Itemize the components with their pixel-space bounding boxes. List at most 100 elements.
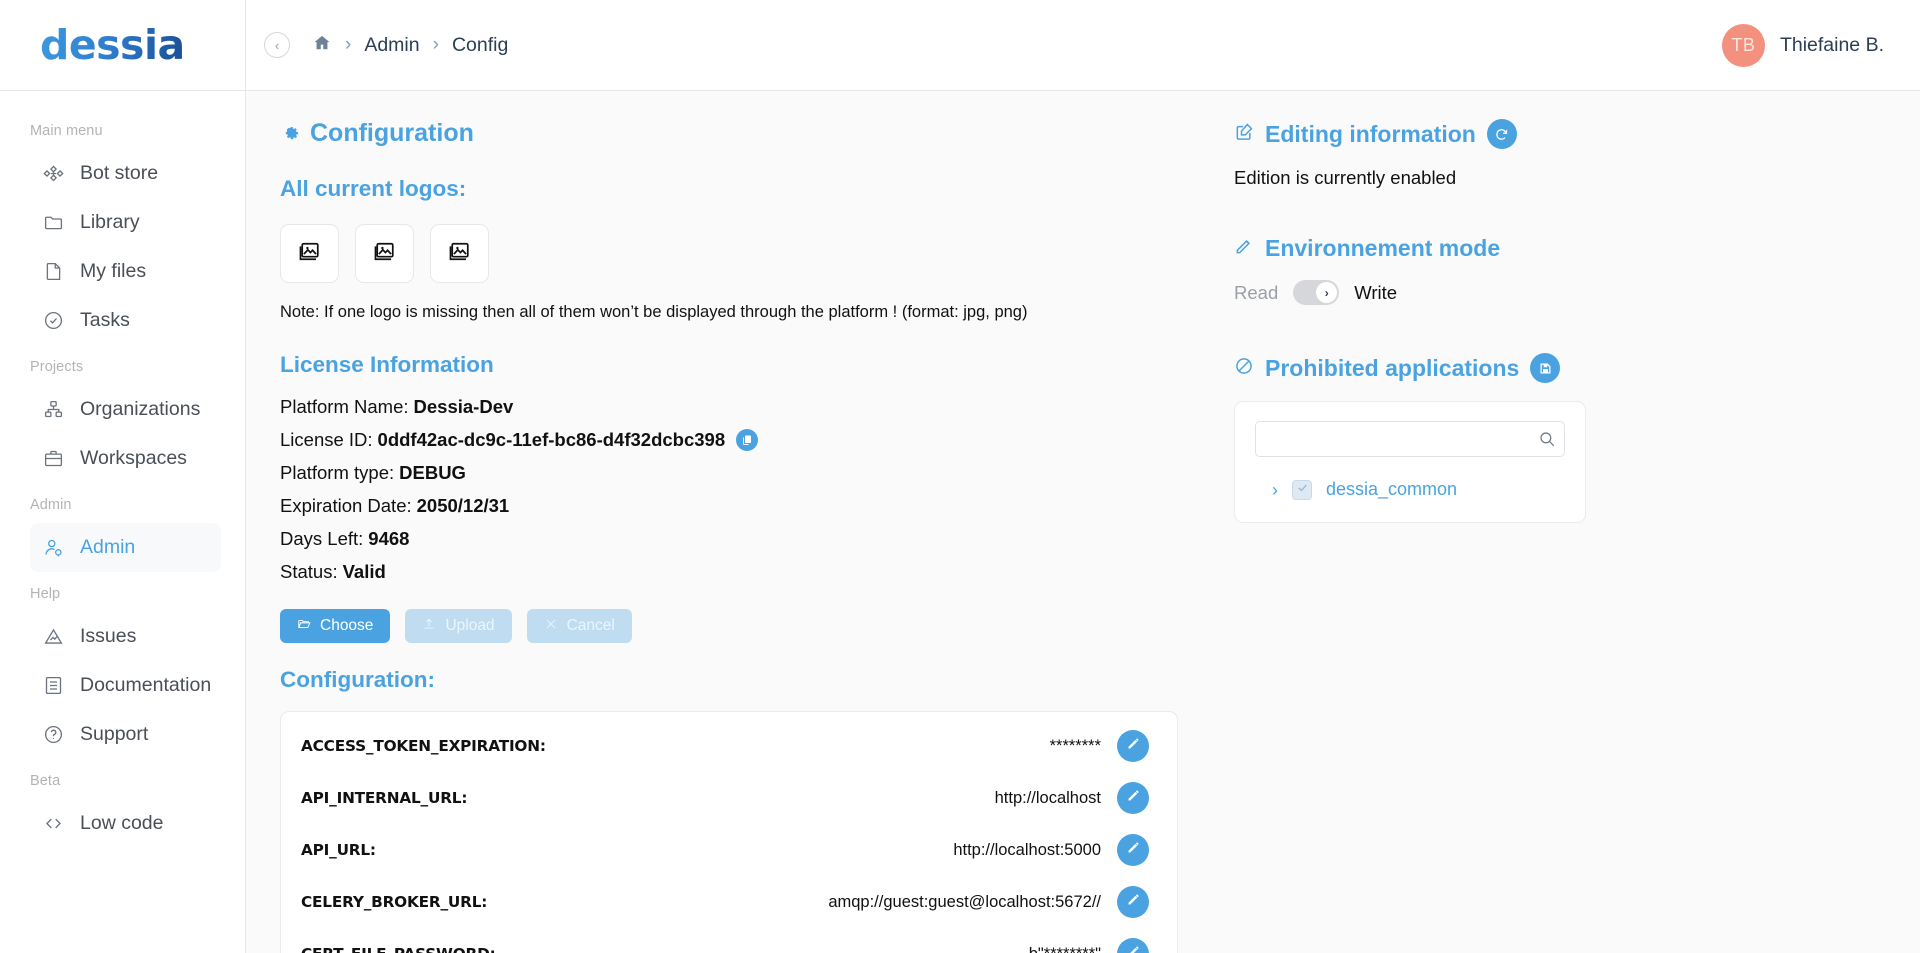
- refresh-editing-button[interactable]: [1486, 119, 1517, 149]
- sidebar-item-library[interactable]: Library: [30, 198, 221, 247]
- sidebar-item-label: Support: [80, 722, 149, 745]
- logo-thumbnail[interactable]: [355, 224, 414, 283]
- check-icon: [1296, 481, 1309, 499]
- warning-triangle-icon: [42, 626, 64, 648]
- editing-information-label: Editing information: [1265, 120, 1476, 147]
- user-name: Thiefaine B.: [1779, 33, 1884, 56]
- edit-square-icon: [1234, 121, 1254, 148]
- license-row: Days Left: 9468: [280, 528, 1206, 550]
- logos-row: [280, 224, 1206, 283]
- sidebar-item-admin[interactable]: Admin: [30, 523, 221, 572]
- breadcrumb-separator: ›: [432, 34, 439, 55]
- environnement-mode-toggle-row: Read › Write: [1234, 280, 1920, 305]
- sidebar-item-label: My files: [80, 259, 147, 282]
- config-key: CELERY_BROKER_URL:: [301, 893, 488, 911]
- pencil-icon: [1126, 944, 1141, 953]
- main-area: ‹ › Admin › Config TB Thiefaine B. Confi…: [246, 0, 1920, 953]
- breadcrumb-separator: ›: [345, 34, 352, 55]
- brand-logo-text: dessia: [40, 21, 185, 69]
- license-row: Expiration Date: 2050/12/31: [280, 495, 1206, 517]
- chevron-left-icon: ‹: [274, 37, 280, 53]
- sidebar-item-label: Issues: [80, 624, 137, 647]
- sidebar-item-my-files[interactable]: My files: [30, 247, 221, 296]
- gear-icon: [280, 119, 300, 148]
- environnement-mode-toggle[interactable]: ›: [1293, 280, 1340, 305]
- logos-note: Note: If one logo is missing then all of…: [280, 303, 1028, 321]
- toggle-knob: ›: [1316, 282, 1338, 303]
- license-label: Platform Name:: [280, 396, 409, 417]
- search-wrapper: [1255, 421, 1565, 457]
- breadcrumb-item-config[interactable]: Config: [452, 34, 508, 57]
- nav-group-label-beta: Beta: [30, 773, 61, 789]
- edit-config-button[interactable]: [1117, 782, 1149, 814]
- config-value: b"********": [1029, 945, 1101, 953]
- sidebar-collapse-button[interactable]: ‹: [264, 32, 290, 58]
- license-row: Platform type: DEBUG: [280, 462, 1206, 484]
- edit-config-button[interactable]: [1117, 730, 1149, 762]
- logos-section-title: All current logos:: [280, 176, 467, 201]
- save-prohibited-button[interactable]: [1530, 353, 1561, 383]
- user-menu[interactable]: TB Thiefaine B.: [1721, 23, 1884, 67]
- breadcrumb: › Admin › Config: [312, 33, 508, 58]
- sidebar-item-bot-store[interactable]: Bot store: [30, 149, 221, 198]
- license-value: Dessia-Dev: [413, 396, 514, 417]
- chevron-right-icon[interactable]: ›: [1272, 481, 1278, 499]
- license-value: DEBUG: [399, 462, 466, 483]
- nav-group-label-projects: Projects: [30, 359, 84, 375]
- upload-button[interactable]: Upload: [405, 609, 512, 643]
- sidebar-item-low-code[interactable]: Low code: [30, 799, 221, 848]
- prohibited-applications-label: Prohibited applications: [1265, 354, 1520, 381]
- config-section-title: Configuration:: [280, 667, 435, 692]
- license-value: 9468: [368, 528, 410, 549]
- book-icon: [42, 675, 64, 697]
- choose-button[interactable]: Choose: [280, 609, 391, 643]
- prohibited-icon: [1234, 355, 1254, 382]
- table-row: API_INTERNAL_URL: http://localhost: [301, 772, 1149, 824]
- pencil-icon: [1126, 840, 1141, 860]
- logo-thumbnail[interactable]: [430, 224, 489, 283]
- license-value: Valid: [342, 561, 386, 582]
- sidebar-item-label: Low code: [80, 811, 164, 834]
- user-gear-icon: [42, 537, 64, 559]
- prohibited-applications-title: Prohibited applications: [1234, 353, 1920, 383]
- search-input[interactable]: [1255, 421, 1565, 457]
- config-key: CERT_FILE_PASSWORD:: [301, 945, 496, 953]
- avatar[interactable]: TB: [1721, 23, 1765, 67]
- sidebar-item-support[interactable]: Support: [30, 710, 221, 759]
- editing-status-text: Edition is currently enabled: [1234, 167, 1457, 188]
- briefcase-icon: [42, 448, 64, 470]
- copy-license-id-button[interactable]: [736, 429, 759, 451]
- content-area: Configuration All current logos: Note: I…: [246, 91, 1920, 953]
- sidebar-item-label: Library: [80, 210, 140, 233]
- topbar: ‹ › Admin › Config TB Thiefaine B.: [246, 0, 1920, 91]
- edit-config-button[interactable]: [1117, 834, 1149, 866]
- license-label: Platform type:: [280, 462, 395, 483]
- sidebar-item-tasks[interactable]: Tasks: [30, 296, 221, 345]
- cancel-button[interactable]: Cancel: [526, 609, 632, 643]
- nav-group-label-help: Help: [30, 586, 61, 602]
- choose-button-label: Choose: [320, 617, 374, 634]
- sidebar-item-documentation[interactable]: Documentation: [30, 661, 221, 710]
- sidebar-item-label: Tasks: [80, 308, 130, 331]
- edit-config-button[interactable]: [1117, 938, 1149, 953]
- license-section-title: License Information: [280, 352, 494, 377]
- environnement-mode-label: Environnement mode: [1265, 235, 1501, 261]
- editing-information-title: Editing information: [1234, 119, 1920, 149]
- list-item-label[interactable]: dessia_common: [1326, 479, 1457, 500]
- sidebar-item-issues[interactable]: Issues: [30, 612, 221, 661]
- search-icon[interactable]: [1538, 430, 1556, 448]
- checkbox-dessia-common[interactable]: [1292, 479, 1312, 500]
- code-brackets-icon: [42, 813, 64, 835]
- nav-group-label-admin: Admin: [30, 497, 72, 513]
- breadcrumb-item-admin[interactable]: Admin: [364, 34, 419, 57]
- logo-thumbnail[interactable]: [280, 224, 339, 283]
- edit-config-button[interactable]: [1117, 886, 1149, 918]
- mode-read-label: Read: [1234, 281, 1279, 303]
- sidebar-item-organizations[interactable]: Organizations: [30, 385, 221, 434]
- folder-open-icon: [297, 617, 311, 636]
- sidebar-item-workspaces[interactable]: Workspaces: [30, 434, 221, 483]
- table-row: CELERY_BROKER_URL: amqp://guest:guest@lo…: [301, 876, 1149, 928]
- home-icon[interactable]: [312, 33, 332, 58]
- sidebar-item-label: Admin: [80, 535, 136, 558]
- brand-logo[interactable]: dessia: [0, 0, 245, 91]
